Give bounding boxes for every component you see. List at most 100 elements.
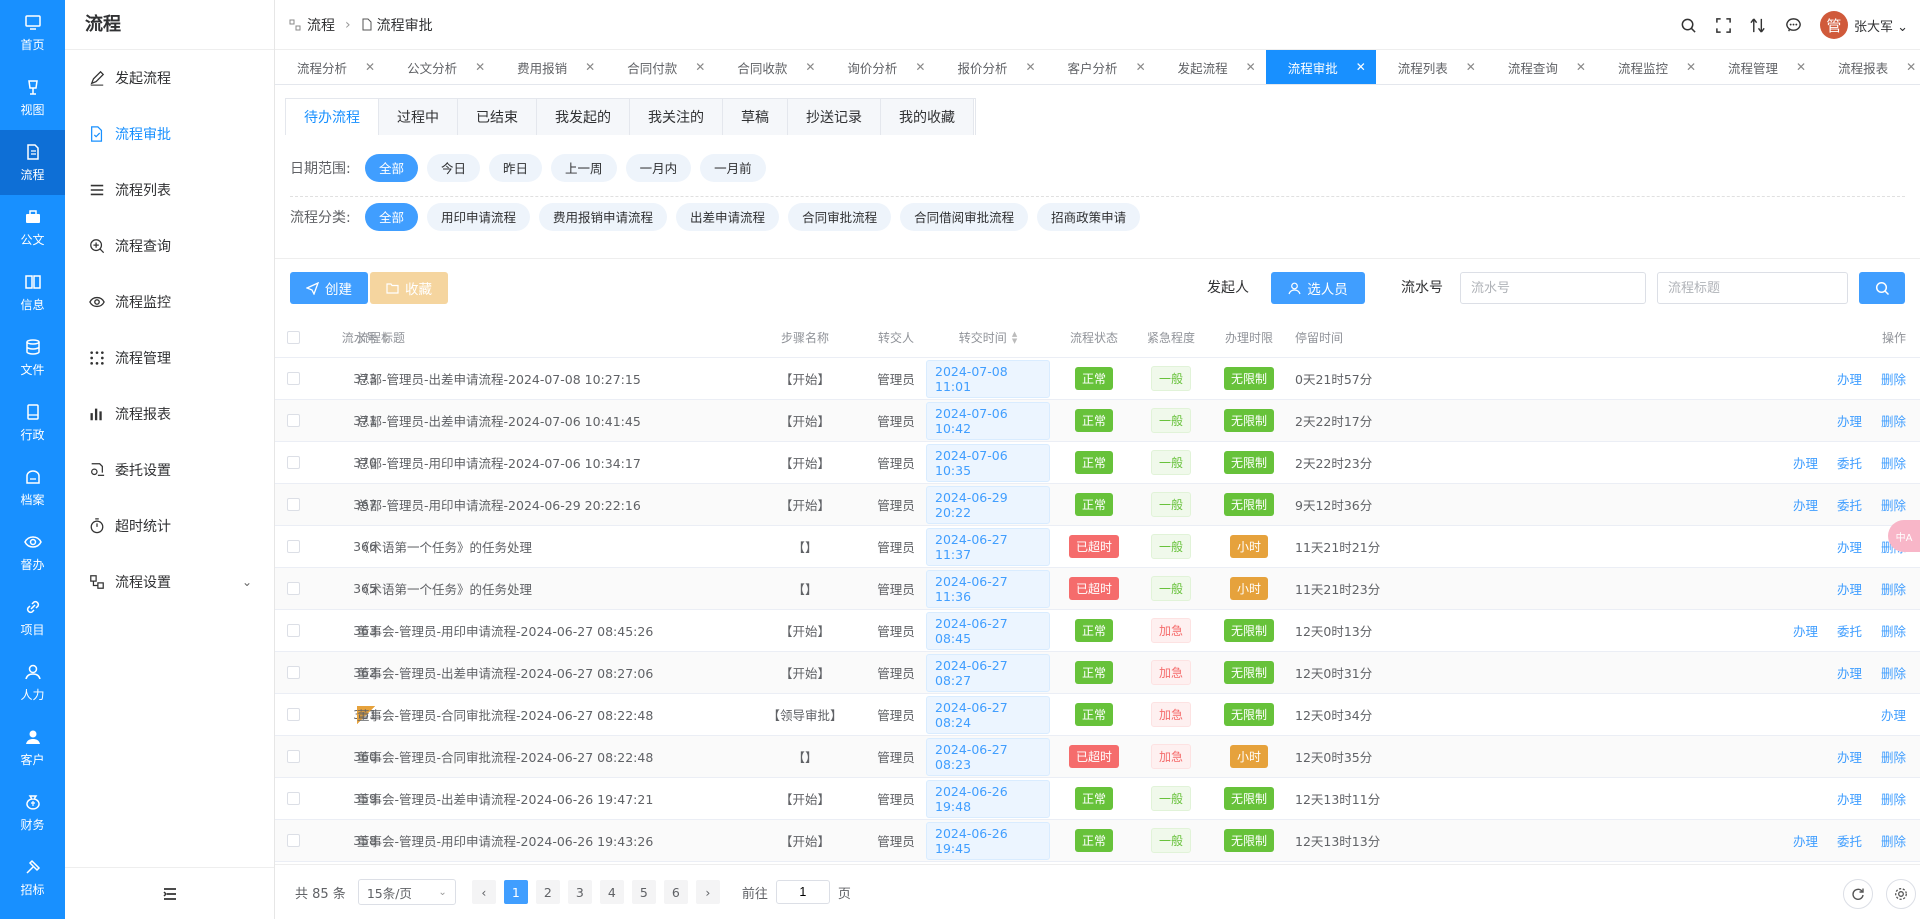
row-action-link[interactable]: 办理 — [1793, 453, 1818, 472]
rail-item-9[interactable]: 项目 — [0, 585, 65, 650]
close-icon[interactable]: ✕ — [365, 60, 375, 74]
row-action-link[interactable]: 办理 — [1837, 579, 1862, 598]
row-checkbox[interactable] — [287, 582, 300, 595]
table-row[interactable]: 365 《术语第一个任务》的任务处理 【】 管理员 2024-06-27 11:36 已超… — [275, 568, 1920, 610]
fullscreen-icon[interactable] — [1715, 17, 1732, 34]
title-cell[interactable]: 《术语第一个任务》的任务处理 — [357, 526, 532, 567]
row-checkbox[interactable] — [287, 456, 300, 469]
row-checkbox[interactable] — [287, 540, 300, 553]
category-chip[interactable]: 费用报销申请流程 — [539, 202, 668, 231]
menu-item-9[interactable]: 流程设置 ⌄ — [65, 554, 274, 610]
row-action-link[interactable]: 委托 — [1837, 453, 1862, 472]
row-checkbox[interactable] — [287, 498, 300, 511]
next-page-button[interactable]: › — [695, 880, 720, 904]
close-icon[interactable]: ✕ — [695, 60, 705, 74]
close-icon[interactable]: ✕ — [1246, 60, 1256, 74]
row-checkbox[interactable] — [287, 624, 300, 637]
table-row[interactable]: 370 总部-管理员-用印申请流程-2024-07-06 10:34:17 【开始】… — [275, 442, 1920, 484]
table-settings-button[interactable] — [1886, 879, 1916, 909]
page-tab[interactable]: 流程查询 ✕ — [1486, 50, 1596, 84]
table-row[interactable]: 371 总部-管理员-出差申请流程-2024-07-06 10:41:45 【开始】… — [275, 400, 1920, 442]
table-row[interactable]: 359 董事会-管理员-出差申请流程-2024-06-26 19:47:21 【开始… — [275, 778, 1920, 820]
date-chip[interactable]: 一月前 — [700, 153, 766, 182]
menu-item-6[interactable]: 流程报表 — [65, 386, 274, 442]
menu-item-3[interactable]: 流程查询 — [65, 218, 274, 274]
date-chip[interactable]: 全部 — [365, 153, 419, 182]
table-row[interactable]: 360 董事会-管理员-合同审批流程-2024-06-27 08:22:48 【】管… — [275, 736, 1920, 778]
page-tab[interactable]: 合同付款 ✕ — [605, 50, 715, 84]
table-row[interactable]: 373 总部-管理员-出差申请流程-2024-07-08 10:27:15 【开始】… — [275, 358, 1920, 400]
row-action-link[interactable]: 删除 — [1881, 495, 1906, 514]
close-icon[interactable]: ✕ — [805, 60, 815, 74]
rail-item-0[interactable]: 首页 — [0, 0, 65, 65]
table-row[interactable]: 363 董事会-管理员-用印申请流程-2024-06-27 08:45:26 【开始… — [275, 610, 1920, 652]
rail-item-13[interactable]: 招标 — [0, 845, 65, 910]
menu-item-7[interactable]: 委托设置 — [65, 442, 274, 498]
date-chip[interactable]: 昨日 — [489, 153, 543, 182]
row-action-link[interactable]: 办理 — [1881, 705, 1906, 724]
page-tab[interactable]: 客户分析 ✕ — [1046, 50, 1156, 84]
breadcrumb-root[interactable]: 流程 — [307, 15, 335, 35]
page-tab[interactable]: 公文分析 ✕ — [385, 50, 495, 84]
page-tab[interactable]: 流程列表 ✕ — [1376, 50, 1486, 84]
prev-page-button[interactable]: ‹ — [471, 880, 496, 904]
title-cell[interactable]: 董事会-管理员-出差申请流程-2024-06-26 19:47:21 — [357, 778, 653, 819]
page-tab[interactable]: 询价分析 ✕ — [825, 50, 935, 84]
title-cell[interactable]: 董事会-管理员-用印申请流程-2024-06-26 19:43:26 — [357, 820, 653, 861]
close-icon[interactable]: ✕ — [1906, 60, 1916, 74]
subtab[interactable]: 我关注的 — [630, 99, 723, 135]
row-checkbox[interactable] — [287, 372, 300, 385]
row-action-link[interactable]: 删除 — [1881, 453, 1906, 472]
collapse-menu-button[interactable] — [65, 867, 274, 919]
subtab[interactable]: 我发起的 — [537, 99, 630, 135]
title-cell[interactable]: 董事会-管理员-合同审批流程-2024-06-27 08:22:48 — [357, 694, 653, 735]
date-chip[interactable]: 今日 — [427, 153, 481, 182]
floating-translate-button[interactable]: 中A — [1888, 520, 1920, 552]
title-cell[interactable]: 《术语第一个任务》的任务处理 — [357, 568, 532, 609]
close-icon[interactable]: ✕ — [1356, 60, 1366, 74]
row-action-link[interactable]: 办理 — [1793, 831, 1818, 850]
row-action-link[interactable]: 办理 — [1837, 747, 1862, 766]
rail-item-12[interactable]: 财务 — [0, 780, 65, 845]
table-row[interactable]: 358 董事会-管理员-用印申请流程-2024-06-26 19:43:26 【开始… — [275, 820, 1920, 862]
category-chip[interactable]: 全部 — [365, 202, 419, 231]
menu-item-1[interactable]: 流程审批 — [65, 106, 274, 162]
serial-input[interactable] — [1460, 272, 1646, 304]
menu-item-5[interactable]: 流程管理 — [65, 330, 274, 386]
page-button[interactable]: 6 — [663, 880, 688, 904]
menu-item-8[interactable]: 超时统计 — [65, 498, 274, 554]
rail-item-11[interactable]: 客户 — [0, 715, 65, 780]
row-action-link[interactable]: 办理 — [1793, 495, 1818, 514]
page-button[interactable]: 5 — [631, 880, 656, 904]
title-cell[interactable]: 董事会-管理员-出差申请流程-2024-06-27 08:27:06 — [357, 652, 653, 693]
category-chip[interactable]: 合同审批流程 — [788, 202, 892, 231]
row-action-link[interactable]: 委托 — [1837, 831, 1862, 850]
close-icon[interactable]: ✕ — [475, 60, 485, 74]
rail-item-10[interactable]: 人力 — [0, 650, 65, 715]
category-chip[interactable]: 出差申请流程 — [676, 202, 780, 231]
table-row[interactable]: 367 总部-管理员-用印申请流程-2024-06-29 20:22:16 【开始】… — [275, 484, 1920, 526]
message-icon[interactable] — [1785, 17, 1802, 34]
subtab[interactable]: 我的收藏 — [881, 99, 974, 135]
menu-item-4[interactable]: 流程监控 — [65, 274, 274, 330]
goto-page-input[interactable] — [775, 880, 830, 904]
page-button[interactable]: 4 — [599, 880, 624, 904]
row-action-link[interactable]: 委托 — [1837, 621, 1862, 640]
time-header[interactable]: 转交时间 ▲ ▼ — [926, 318, 1050, 357]
user-name[interactable]: 张大军 ⌄ — [1854, 16, 1908, 35]
close-icon[interactable]: ✕ — [1136, 60, 1146, 74]
row-action-link[interactable]: 委托 — [1837, 495, 1862, 514]
row-checkbox[interactable] — [287, 792, 300, 805]
category-chip[interactable]: 用印申请流程 — [427, 202, 531, 231]
refresh-button[interactable] — [1843, 879, 1873, 909]
date-chip[interactable]: 上一周 — [551, 153, 617, 182]
rail-item-1[interactable]: 视图 — [0, 65, 65, 130]
close-icon[interactable]: ✕ — [1466, 60, 1476, 74]
font-size-icon[interactable] — [1750, 17, 1767, 34]
row-action-link[interactable]: 删除 — [1881, 369, 1906, 388]
title-cell[interactable]: 总部-管理员-出差申请流程-2024-07-08 10:27:15 — [357, 358, 641, 399]
page-tab[interactable]: 报价分析 ✕ — [935, 50, 1045, 84]
row-action-link[interactable]: 办理 — [1837, 411, 1862, 430]
page-size-select[interactable]: 15条/页 ⌄ — [357, 879, 456, 905]
row-action-link[interactable]: 删除 — [1881, 579, 1906, 598]
